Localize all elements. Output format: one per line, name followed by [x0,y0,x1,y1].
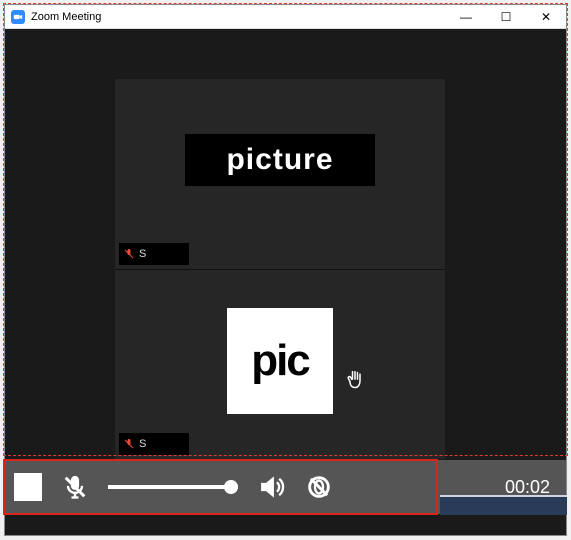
mic-muted-icon [123,248,135,260]
video-grid: picture S pic [115,79,445,459]
taskbar-fragment [440,495,567,515]
participant-name-tag: S [119,433,189,455]
titlebar: Zoom Meeting — ☐ ✕ [5,5,566,29]
participant-name-tag: S [119,243,189,265]
stop-button[interactable] [14,473,42,501]
speaker-icon[interactable] [256,472,286,502]
video-placeholder: pic [227,308,333,414]
participant-tile[interactable]: picture S [115,79,445,270]
participant-name: S [139,248,146,260]
minimize-button[interactable]: — [446,5,486,29]
participant-tile[interactable]: pic S [115,270,445,460]
zoom-window: Zoom Meeting — ☐ ✕ picture S pic [4,4,567,536]
volume-slider-thumb[interactable] [224,480,238,494]
participant-name: S [139,438,146,450]
volume-slider[interactable] [108,485,238,489]
window-title: Zoom Meeting [31,11,101,23]
camera-off-icon[interactable] [304,472,334,502]
mic-muted-icon [123,438,135,450]
close-button[interactable]: ✕ [526,5,566,29]
video-placeholder: picture [185,134,375,186]
raised-hand-icon [345,370,365,395]
maximize-button[interactable]: ☐ [486,5,526,29]
mic-muted-icon[interactable] [60,472,90,502]
zoom-icon [11,10,25,24]
